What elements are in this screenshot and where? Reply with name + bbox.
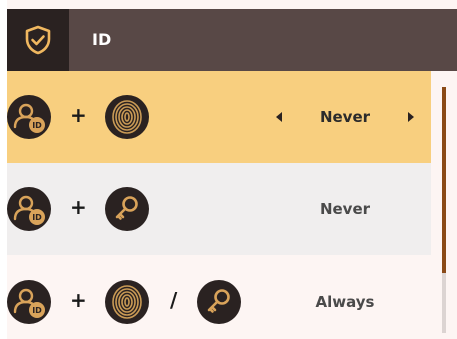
key-icon (197, 280, 241, 324)
connector-or: / (170, 288, 178, 312)
auth-mode-row-1[interactable]: ID + Never (7, 71, 431, 163)
auth-mode-value: Never (319, 108, 371, 126)
auth-mode-value: Never (319, 200, 371, 218)
connector-plus: + (70, 195, 87, 219)
previous-option-arrow[interactable] (276, 112, 282, 122)
user-id-icon: ID (7, 280, 51, 324)
scrollbar-thumb[interactable] (442, 87, 446, 273)
connector-plus: + (70, 288, 87, 312)
key-icon (105, 187, 149, 231)
auth-mode-value: Always (315, 293, 375, 311)
user-id-icon: ID (7, 187, 51, 231)
header-bar: ID (7, 9, 457, 71)
fingerprint-icon (105, 95, 149, 139)
next-option-arrow[interactable] (408, 112, 414, 122)
page-title: ID (92, 30, 112, 49)
svg-text:ID: ID (32, 121, 42, 130)
shield-check-icon (25, 25, 51, 55)
connector-plus: + (70, 103, 87, 127)
auth-mode-row-3[interactable]: ID + / Always (7, 255, 431, 339)
svg-text:ID: ID (32, 306, 42, 315)
user-id-icon: ID (7, 95, 51, 139)
auth-mode-row-2[interactable]: ID + Never (7, 163, 431, 255)
header-icon-box (7, 9, 69, 71)
fingerprint-icon (105, 280, 149, 324)
svg-text:ID: ID (32, 213, 42, 222)
